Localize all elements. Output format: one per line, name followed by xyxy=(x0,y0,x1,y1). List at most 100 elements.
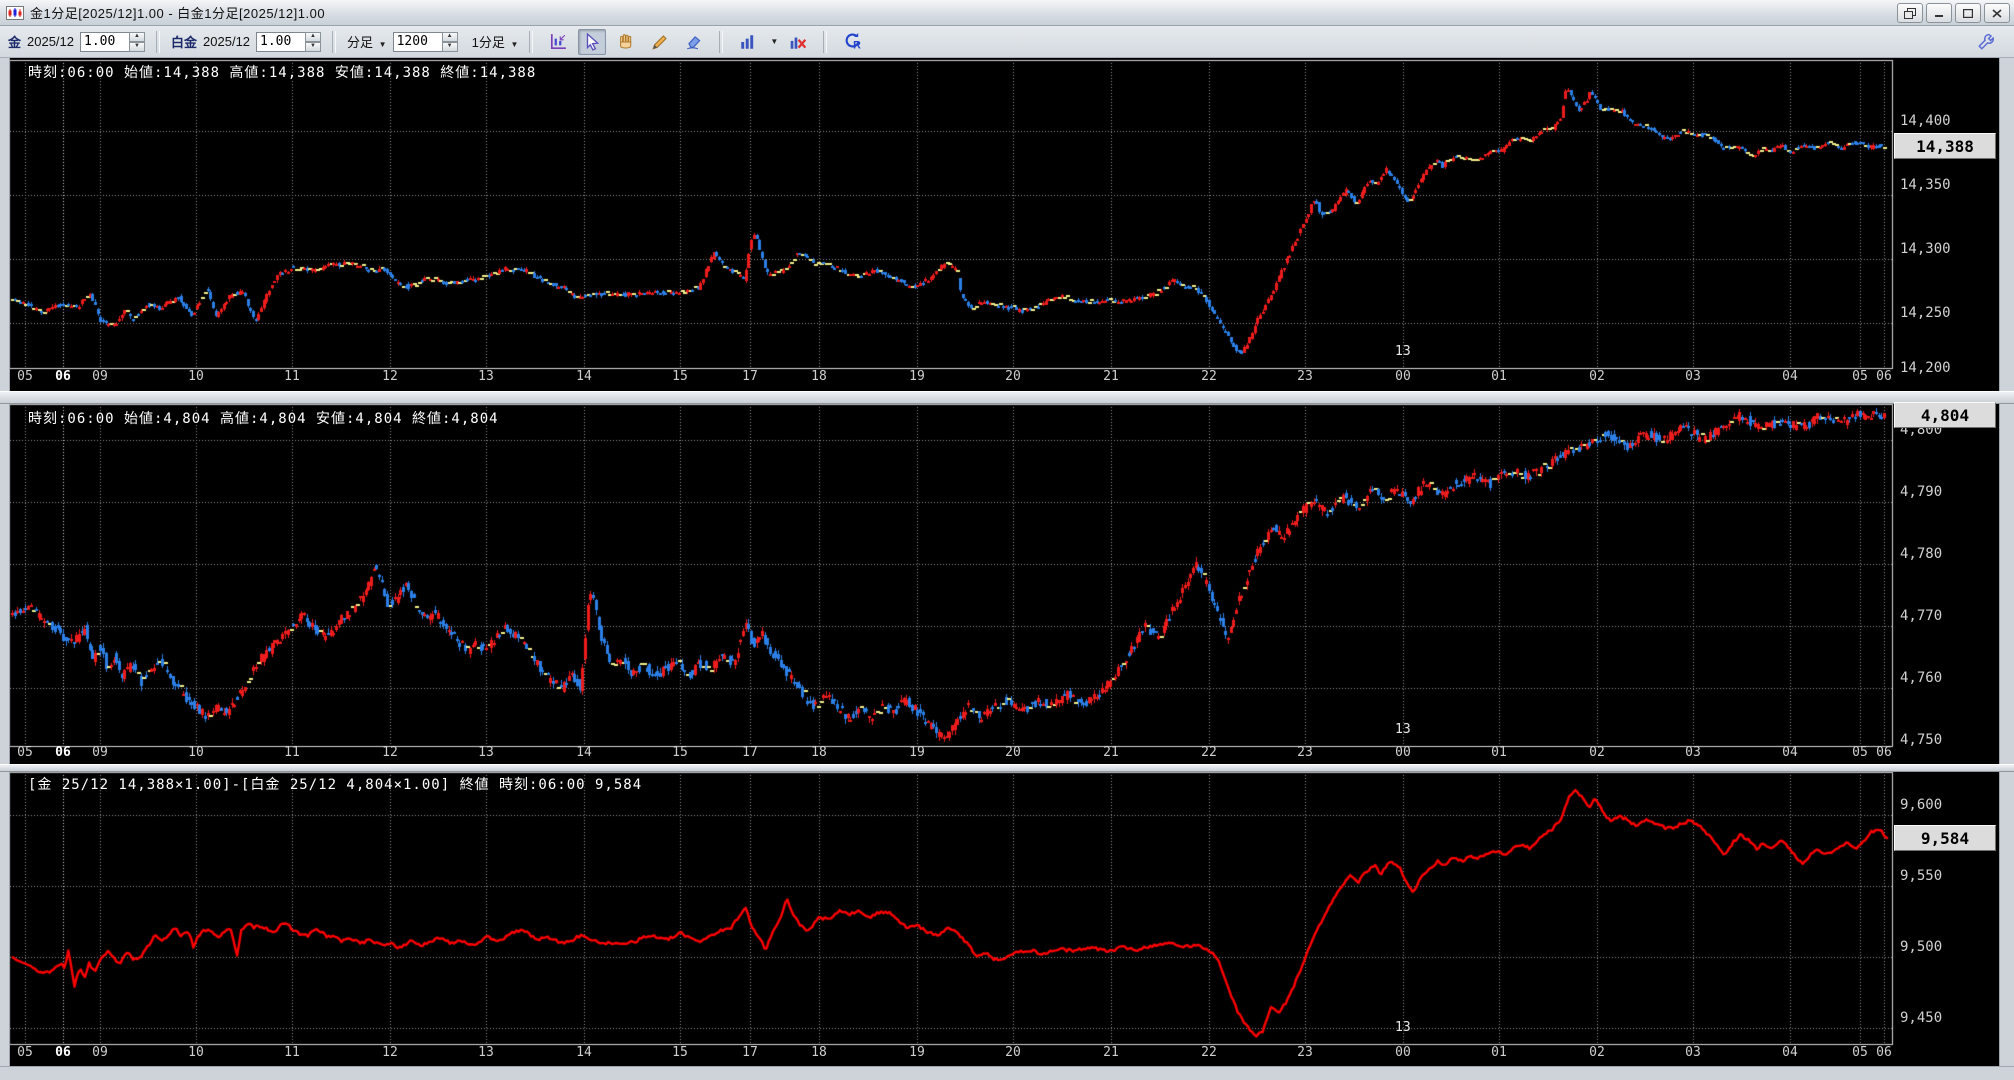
close-button[interactable] xyxy=(1984,3,2010,23)
spin-up-button[interactable]: ▲ xyxy=(441,31,458,42)
x-tick-label: 14 xyxy=(576,745,592,760)
pan-hand-button[interactable] xyxy=(612,29,640,55)
eraser-button[interactable] xyxy=(680,29,708,55)
spin-down-icon: ▼ xyxy=(134,43,140,49)
toolbar: 金 2025/12 ▲ ▼ 白金 2025/12 ▲ ▼ 分足 ▼ ▲ xyxy=(0,26,2014,58)
x-tick-label: 06 xyxy=(1876,745,1892,760)
x-tick-label: 15 xyxy=(672,369,688,384)
x-tick-label: 21 xyxy=(1103,1045,1119,1060)
cursor-icon xyxy=(587,32,600,51)
x-tick-label: 00 xyxy=(1395,745,1411,760)
x-tick-label: 17 xyxy=(742,1045,758,1060)
hand-icon xyxy=(620,33,632,49)
platinum-pane-info: 時刻:06:00 始値:4,804 高値:4,804 安値:4,804 終値:4… xyxy=(28,411,499,427)
x-tick-label: 05 xyxy=(17,745,33,760)
settings-wrench-button[interactable] xyxy=(1972,29,2000,55)
y-axis-label: 4,770 xyxy=(1900,608,1943,624)
minimize-button[interactable] xyxy=(1926,3,1952,23)
wrench-icon xyxy=(1978,33,1994,50)
select-cursor-button[interactable] xyxy=(578,28,607,55)
x-tick-label: 23 xyxy=(1297,369,1313,384)
spin-down-icon: ▼ xyxy=(446,43,453,49)
x-tick-label: 03 xyxy=(1685,1045,1701,1060)
bar-type-dropdown[interactable]: 分足 ▼ xyxy=(347,32,387,51)
x-tick-label: 17 xyxy=(742,369,758,384)
chart-settings-button[interactable] xyxy=(544,29,572,55)
timeframe-dropdown[interactable]: 1分足 ▼ xyxy=(472,32,519,51)
x-tick-label: 14 xyxy=(576,1045,592,1060)
x-tick-label: 19 xyxy=(909,745,925,760)
spin-up-button[interactable]: ▲ xyxy=(305,31,322,42)
x-tick-label: 12 xyxy=(382,745,398,760)
y-axis-label: 4,750 xyxy=(1900,732,1943,748)
x-tick-label: 04 xyxy=(1782,745,1798,760)
maximize-icon xyxy=(1963,8,1973,18)
minimize-icon xyxy=(1935,14,1943,17)
x-tick-label: 09 xyxy=(92,1045,108,1060)
x-tick-label: 21 xyxy=(1103,369,1119,384)
pane-separator[interactable] xyxy=(0,764,2014,772)
x-tick-label: 05 xyxy=(17,1045,33,1060)
x-tick-label: 23 xyxy=(1297,1045,1313,1060)
x-tick-label: 01 xyxy=(1491,745,1507,760)
x-tick-label: 11 xyxy=(284,1045,300,1060)
instrument2-month: 2025/12 xyxy=(203,34,251,49)
toolbar-separator xyxy=(529,30,534,53)
window-title: 金1分足[2025/12]1.00 - 白金1分足[2025/12]1.00 xyxy=(30,6,326,21)
cascade-icon xyxy=(1904,7,1916,19)
instrument2-multiplier-input[interactable] xyxy=(256,31,306,52)
indicator-chart-button[interactable] xyxy=(734,29,762,55)
pane-separator[interactable] xyxy=(0,391,2014,404)
right-border-strip xyxy=(1999,58,2014,1066)
maximize-button[interactable] xyxy=(1955,3,1981,23)
x-tick-label: 06 xyxy=(55,745,71,760)
date-marker: 13 xyxy=(1395,344,1411,359)
y-axis-label: 4,780 xyxy=(1900,546,1943,562)
refresh-button[interactable]: R xyxy=(838,29,866,55)
x-tick-label: 15 xyxy=(672,1045,688,1060)
refresh-icon: R xyxy=(845,32,861,51)
chevron-down-icon[interactable]: ▼ xyxy=(770,37,778,46)
title-bar[interactable]: 金1分足[2025/12]1.00 - 白金1分足[2025/12]1.00 xyxy=(0,0,2014,26)
x-tick-label: 11 xyxy=(284,369,300,384)
chart-axis-icon xyxy=(551,33,567,49)
x-tick-label: 13 xyxy=(478,369,494,384)
x-tick-label: 00 xyxy=(1395,1045,1411,1060)
instrument1-multiplier-input[interactable] xyxy=(80,31,130,52)
cascade-button[interactable] xyxy=(1897,3,1923,23)
spread-price-box: 9,584 xyxy=(1894,825,1996,851)
bar-count-spinner: ▲ ▼ xyxy=(392,31,458,52)
x-tick-label: 10 xyxy=(188,745,204,760)
instrument1-multiplier-spinner: ▲ ▼ xyxy=(80,31,146,52)
y-axis-label: 9,600 xyxy=(1900,797,1943,813)
spin-up-button[interactable]: ▲ xyxy=(129,31,146,42)
draw-pencil-button[interactable] xyxy=(646,29,674,55)
y-axis-label: 9,550 xyxy=(1900,868,1943,884)
chevron-down-icon: ▼ xyxy=(510,40,519,49)
y-axis-label: 14,250 xyxy=(1900,305,1951,321)
spin-down-button[interactable]: ▼ xyxy=(305,41,322,52)
spin-down-button[interactable]: ▼ xyxy=(129,41,146,52)
x-tick-label: 01 xyxy=(1491,369,1507,384)
y-axis-label: 9,450 xyxy=(1900,1010,1943,1026)
y-axis-label: 4,760 xyxy=(1900,670,1943,686)
x-tick-label: 02 xyxy=(1589,745,1605,760)
x-tick-label: 13 xyxy=(478,745,494,760)
app-icon xyxy=(6,5,24,20)
toolbar-separator xyxy=(719,30,724,53)
toolbar-separator xyxy=(156,30,161,53)
y-axis-label: 4,790 xyxy=(1900,484,1943,500)
bar-type-label: 分足 xyxy=(347,35,374,50)
remove-indicator-button[interactable] xyxy=(784,29,812,55)
spin-up-icon: ▲ xyxy=(310,33,316,39)
toolbar-separator xyxy=(823,30,828,53)
x-tick-label: 20 xyxy=(1005,1045,1021,1060)
spin-down-button[interactable]: ▼ xyxy=(441,41,458,52)
x-tick-label: 14 xyxy=(576,369,592,384)
timeframe-label: 1分足 xyxy=(471,35,505,50)
instrument1-month: 2025/12 xyxy=(27,34,75,49)
x-tick-label: 18 xyxy=(811,745,827,760)
chart-canvas[interactable] xyxy=(0,0,2014,1080)
instrument2-multiplier-spinner: ▲ ▼ xyxy=(256,31,322,52)
bar-count-input[interactable] xyxy=(392,31,442,52)
